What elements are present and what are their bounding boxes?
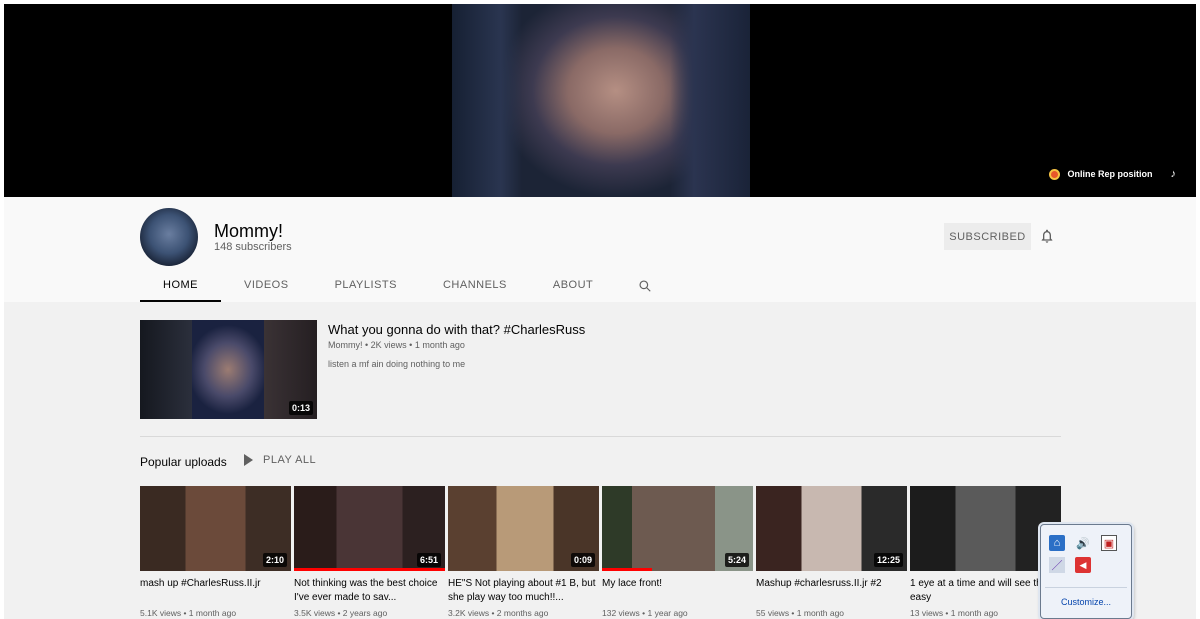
featured-video-title[interactable]: What you gonna do with that? #CharlesRus… [328,322,585,337]
video-title[interactable]: HE"S Not playing about #1 B, but she pla… [448,577,599,605]
watch-progress-bar [294,568,445,571]
tab-channels[interactable]: CHANNELS [420,270,530,302]
speaker-muted-icon[interactable]: ◀ [1075,557,1091,573]
video-meta: 13 views • 1 month ago [910,608,999,618]
video-meta: 55 views • 1 month ago [756,608,845,618]
duration-badge: 0:13 [288,401,313,415]
duration-badge: 2:10 [262,553,287,567]
volume-icon[interactable]: 🔊 [1075,535,1091,551]
divider [1045,587,1127,588]
tiktok-icon[interactable]: ♪ [1171,168,1177,180]
featured-video-description: listen a mf ain doing nothing to me [328,359,466,369]
video-meta: 3.2K views • 2 months ago [448,608,549,618]
subscriber-count: 148 subscribers [214,241,292,253]
link-icon [1048,168,1060,180]
tab-videos[interactable]: VIDEOS [221,270,312,302]
video-shelf: 2:10 mash up #CharlesRuss.II.jr 5.1K vie… [140,486,1065,619]
video-card[interactable]: 0:09 HE"S Not playing about #1 B, but sh… [448,486,599,618]
play-icon [244,454,253,466]
play-all-button[interactable]: PLAY ALL [244,454,316,466]
tab-home[interactable]: HOME [140,270,221,302]
network-icon[interactable]: ⌂ [1049,535,1065,551]
channel-content: 0:13 What you gonna do with that? #Charl… [4,302,1196,619]
video-thumbnail[interactable] [910,486,1061,571]
video-card[interactable]: 6:51 Not thinking was the best choice I'… [294,486,445,618]
customize-link[interactable]: Customize... [1041,597,1131,607]
video-title[interactable]: 1 eye at a time and will see this is eas… [910,577,1061,605]
avatar[interactable] [140,208,198,266]
channel-header: Mommy! 148 subscribers SUBSCRIBED HOME V… [4,197,1196,302]
featured-video-thumbnail[interactable]: 0:13 [140,320,317,419]
video-thumbnail[interactable]: 0:09 [448,486,599,571]
channel-banner: Online Rep position ♪ [4,4,1196,197]
divider [140,436,1061,437]
banner-link-online-rep[interactable]: Online Rep position [1068,169,1153,179]
video-thumbnail[interactable]: 5:24 [602,486,753,571]
pen-icon[interactable]: ／ [1049,557,1065,573]
subscribe-button[interactable]: SUBSCRIBED [944,223,1031,250]
photo-icon[interactable]: ▣ [1101,535,1117,551]
duration-badge: 6:51 [416,553,441,567]
video-thumbnail[interactable]: 12:25 [756,486,907,571]
duration-badge: 12:25 [873,553,903,567]
video-meta: 132 views • 1 year ago [602,608,688,618]
video-card[interactable]: 12:25 Mashup #charlesruss.II.jr #2 55 vi… [756,486,907,618]
tab-playlists[interactable]: PLAYLISTS [312,270,420,302]
tray-icons: ⌂ 🔊 ▣ ／ ◀ [1049,535,1123,573]
bell-icon[interactable] [1039,227,1055,245]
video-meta: 3.5K views • 2 years ago [294,608,388,618]
channel-tabs: HOME VIDEOS PLAYLISTS CHANNELS ABOUT [140,270,652,302]
video-card[interactable]: 1 eye at a time and will see this is eas… [910,486,1061,618]
video-card[interactable]: 5:24 My lace front! 132 views • 1 year a… [602,486,753,618]
video-thumbnail[interactable]: 2:10 [140,486,291,571]
duration-badge: 0:09 [570,553,595,567]
video-title[interactable]: Not thinking was the best choice I've ev… [294,577,445,605]
video-title[interactable]: My lace front! [602,577,753,605]
video-thumbnail[interactable]: 6:51 [294,486,445,571]
watch-progress-bar [602,568,652,571]
video-title[interactable]: Mashup #charlesruss.II.jr #2 [756,577,907,605]
tray-overflow-popup: ⌂ 🔊 ▣ ／ ◀ Customize... [1040,524,1132,619]
video-card[interactable]: 2:10 mash up #CharlesRuss.II.jr 5.1K vie… [140,486,291,618]
featured-video-meta: Mommy! • 2K views • 1 month ago [328,340,465,350]
video-title[interactable]: mash up #CharlesRuss.II.jr [140,577,291,605]
play-all-label: PLAY ALL [263,454,317,466]
video-meta: 5.1K views • 1 month ago [140,608,237,618]
duration-badge: 5:24 [724,553,749,567]
shelf-title[interactable]: Popular uploads [140,455,227,469]
tab-about[interactable]: ABOUT [530,270,616,302]
banner-links: Online Rep position ♪ [1048,168,1177,180]
channel-name: Mommy! [214,221,283,241]
banner-image [452,4,750,197]
search-icon[interactable] [638,279,652,293]
